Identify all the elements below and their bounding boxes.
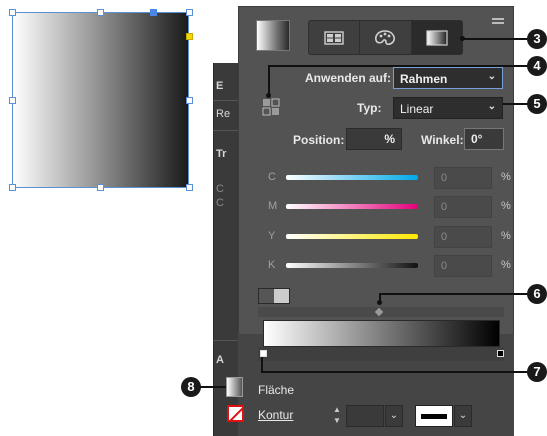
yellow-slider[interactable] <box>286 234 418 239</box>
divider <box>213 130 238 131</box>
callout-badge: 3 <box>527 29 547 49</box>
back-panel-item: Tr <box>216 148 227 160</box>
slider-letter: C <box>268 171 276 183</box>
resize-handle-mr[interactable] <box>186 97 193 104</box>
stop-color-swatch[interactable] <box>258 288 290 304</box>
fill-label: Fläche <box>258 383 295 397</box>
gradient-stop-white[interactable] <box>260 350 267 357</box>
gradient-preview-swatch[interactable] <box>256 20 290 51</box>
apply-to-select[interactable]: Rahmen ⌄ <box>393 67 503 89</box>
slider-letter: M <box>268 200 278 212</box>
stroke-link[interactable]: Kontur <box>258 408 293 422</box>
type-value: Linear <box>400 102 434 116</box>
panel-menu-icon[interactable] <box>492 18 504 26</box>
fill-swatch[interactable] <box>226 377 243 397</box>
cyan-slider[interactable] <box>286 175 418 180</box>
stroke-none-icon[interactable] <box>227 405 244 422</box>
divider <box>213 100 238 101</box>
slider-letter: Y <box>268 230 276 242</box>
gradient-icon <box>426 29 448 46</box>
callout-line <box>268 65 528 67</box>
type-label: Typ: <box>357 101 382 115</box>
back-panel-item: A <box>216 354 224 366</box>
yellow-value-input[interactable]: 0 <box>434 226 492 248</box>
apply-to-value: Rahmen <box>400 72 448 86</box>
callout-badge: 5 <box>527 94 547 114</box>
callout-badge: 7 <box>527 362 547 382</box>
resize-handle-br[interactable] <box>186 184 193 191</box>
black-value-input[interactable]: 0 <box>434 255 492 277</box>
resize-handle-bl[interactable] <box>9 184 16 191</box>
apply-to-label: Anwenden auf: <box>305 71 391 85</box>
tab-swatches[interactable] <box>309 21 361 54</box>
back-panel-item: C <box>216 183 224 195</box>
position-unit: % <box>384 132 395 146</box>
callout-line <box>268 65 270 95</box>
type-select[interactable]: Linear ⌄ <box>393 97 503 119</box>
stroke-style-swatch[interactable] <box>415 405 453 427</box>
divider <box>213 340 238 341</box>
panel-tabs <box>308 20 463 55</box>
stop-rail[interactable] <box>258 347 504 361</box>
tab-color[interactable] <box>360 21 412 54</box>
stroke-style-dropdown[interactable]: ⌄ <box>454 405 472 427</box>
chevron-down-icon: ⌄ <box>487 71 496 82</box>
angle-label: Winkel: <box>421 133 464 147</box>
percent-unit: % <box>501 230 511 242</box>
resize-handle-ml[interactable] <box>9 97 16 104</box>
swap-fill-stroke-icon[interactable] <box>262 98 280 116</box>
angle-value: 0° <box>471 132 483 146</box>
back-panel-item: C <box>216 197 224 209</box>
resize-handle-tl[interactable] <box>9 9 16 16</box>
percent-unit: % <box>501 200 511 212</box>
stroke-weight-dropdown[interactable]: ⌄ <box>385 405 403 427</box>
resize-handle-bm[interactable] <box>97 184 104 191</box>
magenta-slider[interactable] <box>286 204 418 209</box>
percent-unit: % <box>501 171 511 183</box>
stroke-weight-stepper[interactable]: ▲ ▼ <box>330 404 344 428</box>
tab-gradient[interactable] <box>411 21 462 54</box>
position-label: Position: <box>293 133 345 147</box>
resize-handle-tm[interactable] <box>97 9 104 16</box>
anchor-handle[interactable] <box>186 33 193 40</box>
back-panel-item: E <box>216 80 224 92</box>
callout-badge: 8 <box>181 377 201 397</box>
callout-badge: 4 <box>527 56 547 76</box>
callout-line <box>503 103 528 105</box>
callout-badge: 6 <box>527 284 547 304</box>
position-input[interactable]: % <box>346 128 402 150</box>
callout-line <box>379 293 528 295</box>
percent-unit: % <box>501 259 511 271</box>
black-slider[interactable] <box>286 263 418 268</box>
grid-swatch-icon <box>324 30 344 45</box>
callout-line <box>462 38 528 40</box>
magenta-value-input[interactable]: 0 <box>434 196 492 218</box>
gradient-stop-black[interactable] <box>497 350 504 357</box>
cyan-value-input[interactable]: 0 <box>434 167 492 189</box>
resize-handle-tr-selected[interactable] <box>150 9 157 16</box>
resize-handle-r[interactable] <box>186 9 193 16</box>
callout-line <box>261 371 528 373</box>
angle-input[interactable]: 0° <box>464 128 504 150</box>
stroke-weight-input[interactable] <box>346 405 384 427</box>
chevron-down-icon: ⌄ <box>487 101 496 112</box>
slider-letter: K <box>268 259 276 271</box>
back-panel-item: Re <box>216 108 231 120</box>
callout-line <box>200 386 226 388</box>
gradient-frame[interactable] <box>12 12 189 188</box>
palette-icon <box>375 29 396 45</box>
screenshot-stage: E Re Tr C C A Anwenden auf: Rahmen ⌄ Typ… <box>0 0 547 436</box>
gradient-ramp[interactable] <box>263 320 500 347</box>
